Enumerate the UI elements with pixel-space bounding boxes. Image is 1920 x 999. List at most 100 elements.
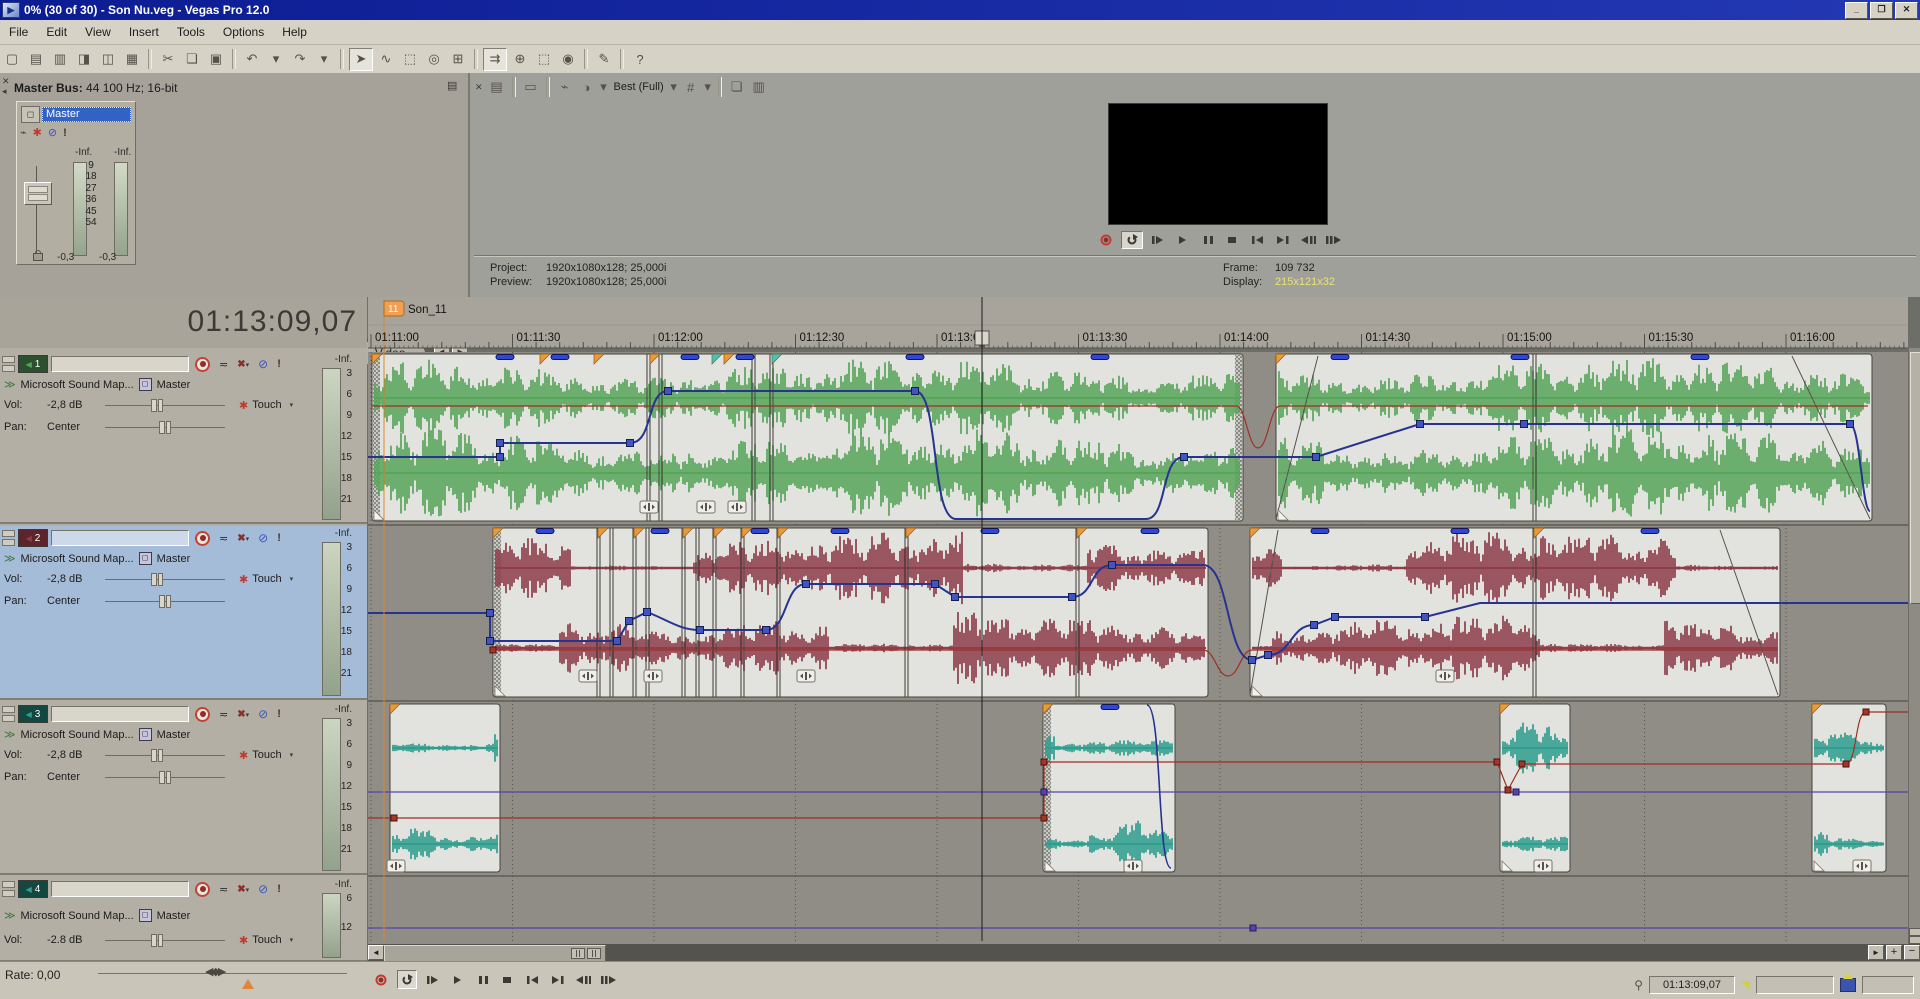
pin-icon[interactable]: ⚲ bbox=[1634, 978, 1643, 992]
routing-icon[interactable]: ≫ bbox=[4, 378, 16, 391]
event-gain-icon[interactable] bbox=[579, 670, 597, 682]
lock-fader-icon[interactable] bbox=[33, 253, 43, 261]
selection-edit-tool-icon[interactable]: ⬚ bbox=[399, 49, 421, 70]
undo-dropdown-icon[interactable]: ▾ bbox=[265, 49, 287, 70]
envelope-node[interactable] bbox=[1181, 454, 1188, 461]
event-gain-icon[interactable] bbox=[1534, 860, 1552, 872]
chevron-down-icon[interactable]: ▾ bbox=[599, 78, 609, 96]
envelope-node[interactable] bbox=[1505, 787, 1511, 793]
bus-name-field[interactable]: Master bbox=[42, 107, 131, 122]
insert-fx-icon[interactable]: ⌁ bbox=[20, 126, 27, 139]
vol-value[interactable]: -2,8 dB bbox=[47, 749, 105, 761]
slider-handle[interactable] bbox=[151, 573, 163, 586]
chevron-down-icon[interactable]: ▾ bbox=[246, 362, 250, 369]
track-envelope-icon[interactable]: ≂ bbox=[219, 708, 228, 721]
envelope-node[interactable] bbox=[487, 638, 494, 645]
envelope-edit-tool-icon[interactable]: ∿ bbox=[375, 49, 397, 70]
status-timecode[interactable]: 01:13:09,07 bbox=[1649, 976, 1735, 994]
next-frame-button[interactable] bbox=[1323, 232, 1343, 248]
solo-icon[interactable]: ⊘ bbox=[258, 357, 268, 371]
track-number[interactable]: ◀4 bbox=[18, 880, 48, 898]
invert-phase-icon[interactable]: ! bbox=[277, 532, 281, 544]
video-fx-icon[interactable]: ⌁ bbox=[555, 78, 575, 96]
external-monitor-icon[interactable]: ▭ bbox=[521, 78, 541, 96]
horizontal-scrollbar[interactable]: ◄ ► + − bbox=[368, 944, 1920, 961]
slider-handle[interactable] bbox=[151, 399, 163, 412]
envelope-node[interactable] bbox=[490, 647, 496, 653]
event-gain-icon[interactable] bbox=[644, 670, 662, 682]
slider-handle[interactable] bbox=[159, 421, 171, 434]
menu-item-view[interactable]: View bbox=[76, 22, 120, 42]
title-bar[interactable]: ▶ 0% (30 of 30) - Son Nu.veg - Vegas Pro… bbox=[0, 0, 1920, 20]
stop-button[interactable] bbox=[499, 971, 517, 988]
close-icon[interactable]: ✕ bbox=[2, 77, 10, 85]
solo-icon[interactable]: ⊘ bbox=[258, 707, 268, 721]
invert-phase-icon[interactable]: ! bbox=[277, 358, 281, 370]
record-button[interactable] bbox=[372, 971, 390, 988]
bus-assign-icon[interactable]: ◻ bbox=[139, 378, 152, 391]
snap-indicator-icon[interactable] bbox=[1840, 978, 1856, 992]
zoom-out-icon[interactable]: − bbox=[1904, 945, 1920, 960]
slider-track[interactable] bbox=[105, 755, 225, 756]
audio-event[interactable] bbox=[1276, 354, 1872, 521]
slider-handle[interactable] bbox=[151, 934, 163, 947]
time-display[interactable]: 01:13:09,07 bbox=[0, 297, 367, 349]
menu-item-edit[interactable]: Edit bbox=[37, 22, 76, 42]
automation-gear-icon[interactable]: ✱ bbox=[239, 934, 248, 947]
envelope-node[interactable] bbox=[627, 440, 634, 447]
save-icon[interactable]: ▥ bbox=[49, 49, 71, 70]
envelope-node[interactable] bbox=[952, 594, 959, 601]
mute-bus-icon[interactable]: ⊘ bbox=[48, 126, 57, 139]
marker-flag[interactable]: 11 bbox=[384, 301, 404, 316]
cut-icon[interactable]: ✂ bbox=[157, 49, 179, 70]
arm-record-icon[interactable] bbox=[195, 882, 210, 897]
chevron-down-icon[interactable]: ▾ bbox=[246, 712, 250, 719]
bus-button[interactable]: ◻ bbox=[21, 106, 40, 123]
envelope-node[interactable] bbox=[614, 638, 621, 645]
invert-phase-icon[interactable]: ! bbox=[277, 883, 281, 895]
render-as-icon[interactable]: ◨ bbox=[73, 49, 95, 70]
window-menu-icon[interactable]: ▤ bbox=[447, 79, 457, 92]
overlays-grid-icon[interactable]: # bbox=[681, 78, 701, 96]
envelope-node[interactable] bbox=[487, 610, 494, 617]
preview-quality-icon[interactable]: ◑ bbox=[577, 78, 597, 96]
track-number[interactable]: ◀2 bbox=[18, 529, 48, 547]
event-gain-icon[interactable] bbox=[640, 501, 658, 513]
track-header-1[interactable]: ◀1≂✖▾⊘!≫Microsoft Sound Map...◻MasterVol… bbox=[0, 352, 367, 524]
arm-record-icon[interactable] bbox=[195, 357, 210, 372]
close-button[interactable]: ✕ bbox=[1895, 2, 1918, 19]
event-gain-icon[interactable] bbox=[728, 501, 746, 513]
track-envelope-icon[interactable]: ≂ bbox=[219, 532, 228, 545]
whats-this-help-icon[interactable]: ? bbox=[629, 49, 651, 70]
envelope-node[interactable] bbox=[1265, 652, 1272, 659]
envelope-node[interactable] bbox=[1109, 562, 1116, 569]
slider-track[interactable] bbox=[105, 579, 225, 580]
envelope-node[interactable] bbox=[932, 581, 939, 588]
mute-icon[interactable]: ✖ bbox=[237, 533, 245, 544]
mute-icon[interactable]: ✖ bbox=[237, 884, 245, 895]
lock-envelopes-icon[interactable]: ⊕ bbox=[509, 49, 531, 70]
track-name-field[interactable] bbox=[51, 881, 189, 897]
preview-quality-value[interactable]: Best (Full) bbox=[614, 81, 664, 93]
solo-icon[interactable]: ⊘ bbox=[258, 531, 268, 545]
track-name-field[interactable] bbox=[51, 356, 189, 372]
stop-button[interactable] bbox=[1223, 232, 1243, 248]
envelope-node[interactable] bbox=[1519, 761, 1525, 767]
automation-gear-icon[interactable]: ✱ bbox=[239, 749, 248, 762]
chevron-down-icon[interactable]: ▾ bbox=[246, 536, 250, 543]
envelope-node[interactable] bbox=[1250, 925, 1256, 931]
routing-icon[interactable]: ≫ bbox=[4, 552, 16, 565]
event-gain-icon[interactable] bbox=[697, 501, 715, 513]
arm-record-icon[interactable] bbox=[195, 707, 210, 722]
chevron-down-icon[interactable]: ▾ bbox=[246, 887, 250, 894]
marker-tool-icon[interactable] bbox=[1741, 981, 1750, 990]
envelope-node[interactable] bbox=[1847, 421, 1854, 428]
automation-mode[interactable]: Touch bbox=[252, 934, 281, 946]
track-minimize-icon[interactable] bbox=[2, 706, 15, 722]
automation-gear-icon[interactable]: ✱ bbox=[239, 399, 248, 412]
bus-assign-icon[interactable]: ◻ bbox=[139, 728, 152, 741]
envelope-node[interactable] bbox=[1494, 759, 1500, 765]
track-minimize-icon[interactable] bbox=[2, 356, 15, 372]
envelope-node[interactable] bbox=[1513, 789, 1519, 795]
bus-assign-icon[interactable]: ◻ bbox=[139, 909, 152, 922]
